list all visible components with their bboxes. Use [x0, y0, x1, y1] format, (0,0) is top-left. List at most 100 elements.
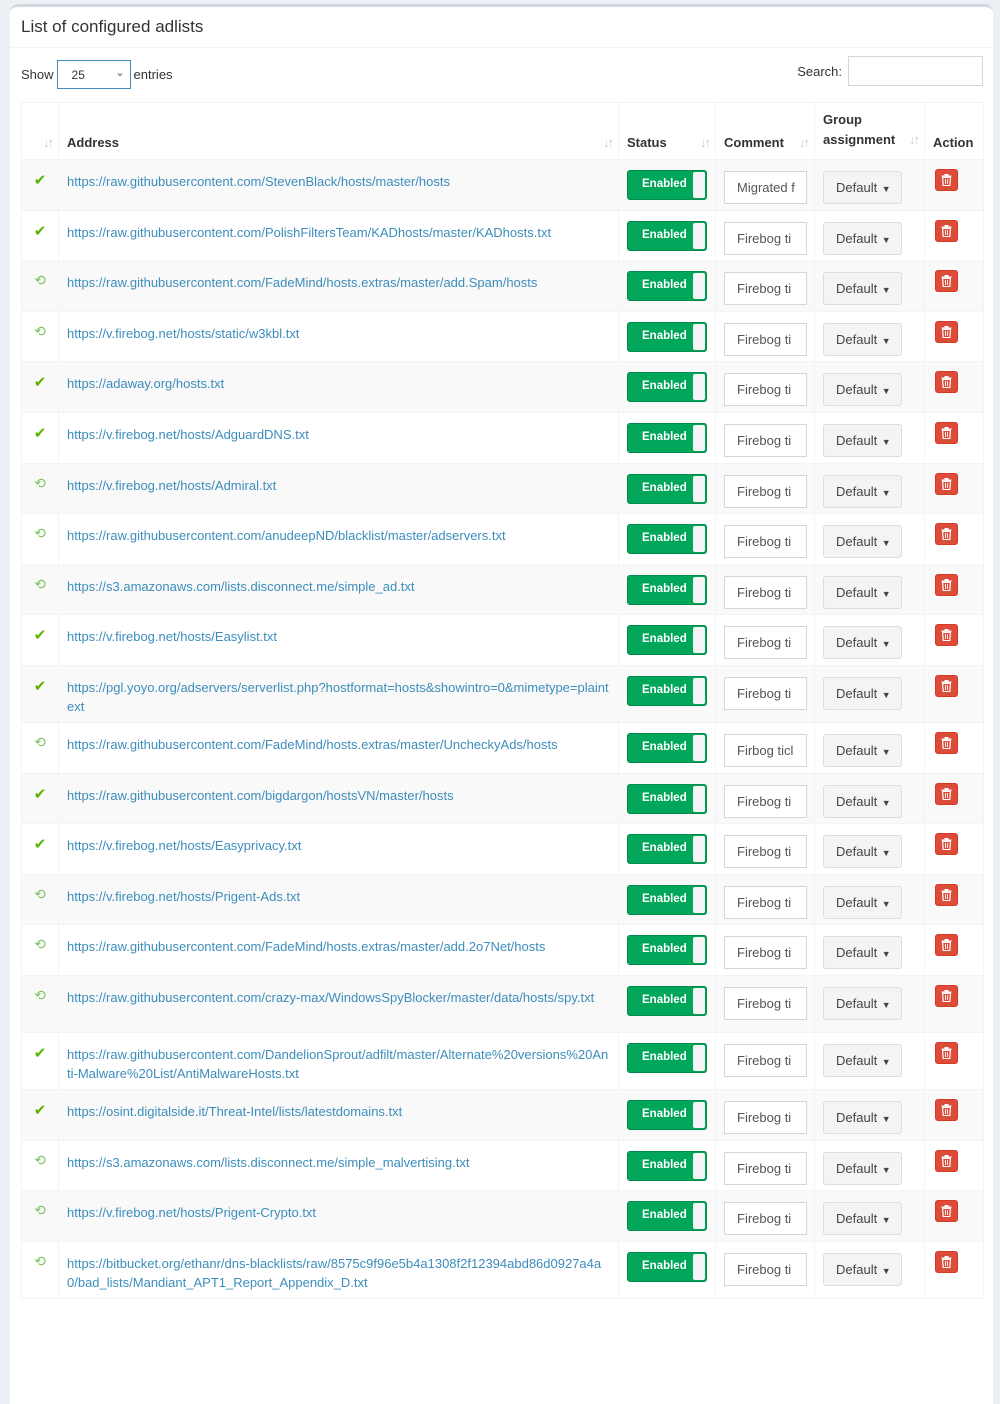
group-assignment-dropdown[interactable]: Default ▼ — [823, 936, 902, 970]
status-toggle[interactable]: Enabled — [627, 271, 707, 302]
comment-input[interactable]: Migrated f — [724, 171, 807, 204]
status-toggle[interactable]: Enabled — [627, 625, 707, 656]
group-assignment-dropdown[interactable]: Default ▼ — [823, 373, 902, 407]
comment-input[interactable]: Firebog ti — [724, 936, 807, 970]
comment-input[interactable]: Firebog ti — [724, 784, 807, 818]
group-assignment-dropdown[interactable]: Default ▼ — [823, 835, 902, 869]
address-link[interactable]: https://v.firebog.net/hosts/Admiral.txt — [67, 476, 610, 495]
group-assignment-dropdown[interactable]: Default ▼ — [823, 221, 902, 255]
delete-button[interactable] — [935, 1098, 958, 1121]
column-header-status[interactable]: Status ↓↑ — [618, 102, 716, 160]
group-assignment-dropdown[interactable]: Default ▼ — [823, 986, 902, 1020]
delete-button[interactable] — [935, 934, 958, 957]
comment-input[interactable]: Firebog ti — [724, 322, 807, 356]
address-link[interactable]: https://osint.digitalside.it/Threat-Inte… — [67, 1102, 610, 1121]
group-assignment-dropdown[interactable]: Default ▼ — [823, 525, 902, 559]
delete-button[interactable] — [935, 782, 958, 805]
comment-input[interactable]: Firebog ti — [724, 676, 807, 710]
comment-input[interactable]: Firebog ti — [724, 575, 807, 609]
group-assignment-dropdown[interactable]: Default ▼ — [823, 575, 902, 609]
group-assignment-dropdown[interactable]: Default ▼ — [823, 676, 902, 710]
delete-button[interactable] — [935, 731, 958, 754]
comment-input[interactable]: Firebog ti — [724, 1252, 807, 1286]
address-link[interactable]: https://v.firebog.net/hosts/static/w3kbl… — [67, 324, 610, 343]
comment-input[interactable]: Firebog ti — [724, 423, 807, 457]
address-link[interactable]: https://raw.githubusercontent.com/FadeMi… — [67, 735, 610, 754]
address-link[interactable]: https://bitbucket.org/ethanr/dns-blackli… — [67, 1254, 610, 1292]
comment-input[interactable]: Firebog ti — [724, 1202, 807, 1236]
group-assignment-dropdown[interactable]: Default ▼ — [823, 171, 902, 204]
group-assignment-dropdown[interactable]: Default ▼ — [823, 272, 902, 306]
column-header-address[interactable]: Address ↓↑ — [58, 102, 619, 160]
comment-input[interactable]: Firebog ti — [724, 626, 807, 660]
delete-button[interactable] — [935, 523, 958, 546]
search-input[interactable] — [848, 56, 983, 86]
address-link[interactable]: https://v.firebog.net/hosts/Easylist.txt — [67, 627, 610, 646]
delete-button[interactable] — [935, 169, 958, 191]
group-assignment-dropdown[interactable]: Default ▼ — [823, 1202, 902, 1236]
status-toggle[interactable]: Enabled — [627, 985, 707, 1016]
address-link[interactable]: https://v.firebog.net/hosts/Prigent-Ads.… — [67, 887, 610, 906]
address-link[interactable]: https://v.firebog.net/hosts/Easyprivacy.… — [67, 836, 610, 855]
comment-input[interactable]: Firebog ti — [724, 885, 807, 919]
comment-input[interactable]: Firebog ti — [724, 1151, 807, 1185]
status-toggle[interactable]: Enabled — [627, 524, 707, 555]
delete-button[interactable] — [935, 270, 958, 293]
comment-input[interactable]: Firebog ti — [724, 373, 807, 407]
group-assignment-dropdown[interactable]: Default ▼ — [823, 885, 902, 919]
delete-button[interactable] — [935, 472, 958, 495]
delete-button[interactable] — [935, 219, 958, 242]
group-assignment-dropdown[interactable]: Default ▼ — [823, 322, 902, 356]
address-link[interactable]: https://raw.githubusercontent.com/crazy-… — [67, 988, 610, 1007]
status-toggle[interactable]: Enabled — [627, 675, 707, 706]
column-header-comment[interactable]: Comment ↓↑ — [715, 102, 815, 160]
status-toggle[interactable]: Enabled — [627, 372, 707, 403]
status-toggle[interactable]: Enabled — [627, 473, 707, 504]
group-assignment-dropdown[interactable]: Default ▼ — [823, 423, 902, 457]
comment-input[interactable]: Firebog ti — [724, 525, 807, 559]
delete-button[interactable] — [935, 1200, 958, 1223]
column-header-state[interactable]: ↓↑ — [21, 102, 59, 160]
status-toggle[interactable]: Enabled — [627, 834, 707, 865]
delete-button[interactable] — [935, 320, 958, 343]
address-link[interactable]: https://raw.githubusercontent.com/anudee… — [67, 526, 610, 545]
address-link[interactable]: https://raw.githubusercontent.com/bigdar… — [67, 786, 610, 805]
status-toggle[interactable]: Enabled — [627, 1201, 707, 1232]
comment-input[interactable]: Firebog ti — [724, 1043, 807, 1077]
delete-button[interactable] — [935, 371, 958, 394]
status-toggle[interactable]: Enabled — [627, 422, 707, 453]
group-assignment-dropdown[interactable]: Default ▼ — [823, 784, 902, 818]
delete-button[interactable] — [935, 883, 958, 906]
column-header-group[interactable]: Group assignment ↓↑ — [814, 102, 925, 160]
status-toggle[interactable]: Enabled — [627, 574, 707, 605]
group-assignment-dropdown[interactable]: Default ▼ — [823, 733, 902, 767]
delete-button[interactable] — [935, 624, 958, 647]
status-toggle[interactable]: Enabled — [627, 321, 707, 352]
group-assignment-dropdown[interactable]: Default ▼ — [823, 474, 902, 508]
status-toggle[interactable]: Enabled — [627, 1099, 707, 1130]
page-length-select[interactable]: 25 ⌄ — [56, 60, 131, 89]
delete-button[interactable] — [935, 421, 958, 444]
group-assignment-dropdown[interactable]: Default ▼ — [823, 1043, 902, 1077]
address-link[interactable]: https://v.firebog.net/hosts/AdguardDNS.t… — [67, 425, 610, 444]
group-assignment-dropdown[interactable]: Default ▼ — [823, 1100, 902, 1134]
delete-button[interactable] — [935, 674, 958, 697]
status-toggle[interactable]: Enabled — [627, 732, 707, 763]
address-link[interactable]: https://s3.amazonaws.com/lists.disconnec… — [67, 577, 610, 596]
delete-button[interactable] — [935, 833, 958, 856]
status-toggle[interactable]: Enabled — [627, 1150, 707, 1181]
comment-input[interactable]: Firebog ti — [724, 221, 807, 255]
address-link[interactable]: https://raw.githubusercontent.com/Dandel… — [67, 1045, 610, 1083]
status-toggle[interactable]: Enabled — [627, 884, 707, 915]
address-link[interactable]: https://v.firebog.net/hosts/Prigent-Cryp… — [67, 1203, 610, 1222]
group-assignment-dropdown[interactable]: Default ▼ — [823, 1151, 902, 1185]
status-toggle[interactable]: Enabled — [627, 783, 707, 814]
comment-input[interactable]: Firbog ticl — [724, 733, 807, 767]
comment-input[interactable]: Firebog ti — [724, 1100, 807, 1134]
address-link[interactable]: https://adaway.org/hosts.txt — [67, 374, 610, 393]
status-toggle[interactable]: Enabled — [627, 220, 707, 251]
comment-input[interactable]: Firebog ti — [724, 835, 807, 869]
delete-button[interactable] — [935, 573, 958, 596]
address-link[interactable]: https://pgl.yoyo.org/adservers/serverlis… — [67, 678, 610, 716]
comment-input[interactable]: Firebog ti — [724, 474, 807, 508]
